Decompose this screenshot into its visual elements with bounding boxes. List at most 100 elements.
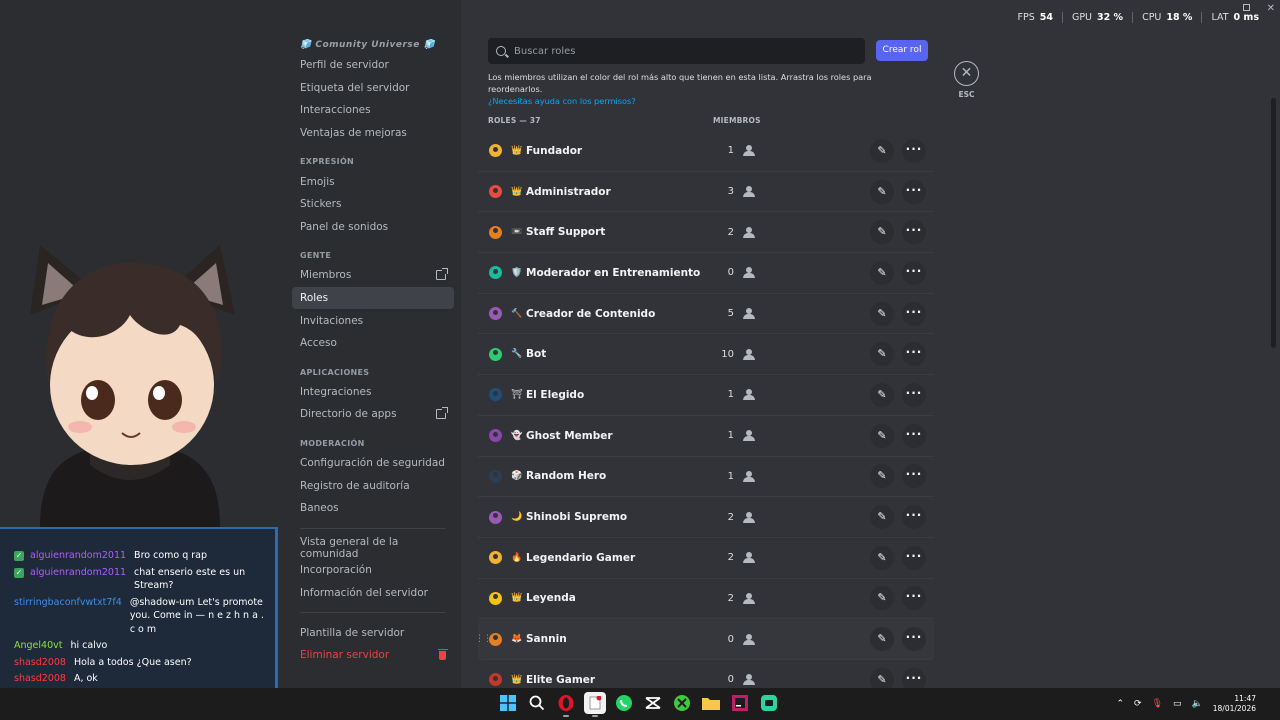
edit-role-button[interactable]: ✎ [870, 464, 894, 489]
edit-role-button[interactable]: ✎ [870, 179, 894, 204]
role-row[interactable]: 👑 Fundador 1 ✎ ··· [478, 131, 934, 172]
messages-app-icon[interactable] [758, 692, 780, 714]
volume-icon[interactable]: 🔈 [1192, 699, 1203, 709]
edit-role-button[interactable]: ✎ [870, 586, 894, 611]
rider-app-icon[interactable] [729, 692, 751, 714]
more-options-button[interactable]: ··· [902, 586, 926, 611]
nav-info-servidor[interactable]: Información del servidor [292, 582, 454, 605]
create-role-button[interactable]: Crear rol [876, 40, 928, 61]
role-row[interactable]: 🛡️ Moderador en Entrenamiento 0 ✎ ··· [478, 253, 934, 294]
role-row[interactable]: 🔨 Creador de Contenido 5 ✎ ··· [478, 294, 934, 335]
nav-perfil-servidor[interactable]: Perfil de servidor [292, 54, 454, 77]
edit-role-button[interactable]: ✎ [870, 260, 894, 285]
nav-integraciones[interactable]: Integraciones [292, 381, 454, 404]
more-options-button[interactable]: ··· [902, 301, 926, 326]
edit-role-button[interactable]: ✎ [870, 423, 894, 448]
file-explorer-icon[interactable] [700, 692, 722, 714]
external-link-icon [436, 268, 448, 281]
more-options-button[interactable]: ··· [902, 545, 926, 570]
nav-plantilla-servidor[interactable]: Plantilla de servidor [292, 621, 454, 644]
nav-registro-auditoria[interactable]: Registro de auditoría [292, 474, 454, 497]
more-options-button[interactable]: ··· [902, 138, 926, 163]
nav-stickers[interactable]: Stickers [292, 193, 454, 216]
more-options-button[interactable]: ··· [902, 423, 926, 448]
more-options-button[interactable]: ··· [902, 220, 926, 245]
edit-role-button[interactable]: ✎ [870, 505, 894, 530]
nav-label: Ventajas de mejoras [300, 127, 407, 140]
more-options-button[interactable]: ··· [902, 464, 926, 489]
role-emoji-icon: 👑 [511, 593, 523, 604]
more-options-button[interactable]: ··· [902, 342, 926, 367]
nav-directorio-apps[interactable]: Directorio de apps [292, 403, 454, 426]
more-options-button[interactable]: ··· [902, 179, 926, 204]
edit-role-button[interactable]: ✎ [870, 545, 894, 570]
nav-etiqueta-servidor[interactable]: Etiqueta del servidor [292, 77, 454, 100]
sync-icon[interactable]: ⟳ [1134, 699, 1142, 709]
drag-handle-icon[interactable]: ⋮⋮ [475, 634, 492, 644]
nav-interacciones[interactable]: Interacciones [292, 99, 454, 122]
nav-miembros[interactable]: Miembros [292, 264, 454, 287]
more-options-button[interactable]: ··· [902, 627, 926, 652]
xbox-icon[interactable] [671, 692, 693, 714]
nav-vista-comunidad[interactable]: Vista general de la comunidad [292, 536, 454, 560]
pencil-icon: ✎ [877, 347, 887, 361]
maximize-icon[interactable] [1243, 4, 1250, 11]
role-row[interactable]: 🌙 Shinobi Supremo 2 ✎ ··· [478, 497, 934, 538]
edit-role-button[interactable]: ✎ [870, 342, 894, 367]
role-color-icon [489, 632, 502, 646]
nav-config-seguridad[interactable]: Configuración de seguridad [292, 452, 454, 475]
member-icon [743, 348, 755, 360]
role-row[interactable]: ⋮⋮ 🦊 Sannin 0 ✎ ··· [475, 619, 934, 660]
edit-role-button[interactable]: ✎ [870, 382, 894, 407]
nav-incorporacion[interactable]: Incorporación [292, 559, 454, 582]
pencil-icon: ✎ [877, 510, 887, 524]
windows-start-icon[interactable] [497, 692, 519, 714]
close-icon[interactable]: ✕ [1267, 3, 1275, 14]
more-options-button[interactable]: ··· [902, 260, 926, 285]
role-name: Staff Support [526, 226, 606, 239]
search-roles-input[interactable] [514, 45, 834, 57]
nav-ventajas-mejoras[interactable]: Ventajas de mejoras [292, 122, 454, 145]
role-row[interactable]: 🎲 Random Hero 1 ✎ ··· [478, 457, 934, 498]
nav-panel-sonidos[interactable]: Panel de sonidos [292, 216, 454, 239]
edit-role-button[interactable]: ✎ [870, 301, 894, 326]
edit-role-button[interactable]: ✎ [870, 627, 894, 652]
role-row[interactable]: 👑 Administrador 3 ✎ ··· [478, 172, 934, 213]
capcut-icon[interactable] [642, 692, 664, 714]
more-options-button[interactable]: ··· [902, 505, 926, 530]
search-roles-box[interactable] [488, 38, 865, 64]
close-settings-button[interactable]: ✕ [954, 61, 979, 86]
chevron-up-icon[interactable]: ⌃ [1117, 699, 1125, 709]
trash-icon [437, 648, 448, 660]
permissions-help-link[interactable]: ¿Necesitas ayuda con los permisos? [488, 95, 928, 107]
nav-baneos[interactable]: Baneos [292, 497, 454, 520]
scrollbar[interactable] [1271, 98, 1276, 348]
network-icon[interactable]: ▭ [1173, 699, 1182, 709]
role-row[interactable]: 👑 Leyenda 2 ✎ ··· [478, 579, 934, 620]
hud-cpu: CPU 18 % [1132, 12, 1201, 23]
search-icon [496, 46, 506, 56]
edit-role-button[interactable]: ✎ [870, 220, 894, 245]
search-icon[interactable] [526, 692, 548, 714]
whatsapp-icon[interactable] [613, 692, 635, 714]
role-row[interactable]: 📼 Staff Support 2 ✎ ··· [478, 212, 934, 254]
nav-emojis[interactable]: Emojis [292, 170, 454, 193]
role-row[interactable]: 🔥 Legendario Gamer 2 ✎ ··· [478, 538, 934, 579]
opera-browser-icon[interactable] [555, 692, 577, 717]
member-icon [743, 308, 755, 320]
more-options-button[interactable]: ··· [902, 382, 926, 407]
role-row[interactable]: ⛩ El Elegido 1 ✎ ··· [478, 375, 934, 416]
edit-role-button[interactable]: ✎ [870, 138, 894, 163]
nav-acceso[interactable]: Acceso [292, 332, 454, 355]
role-row[interactable]: 🔧 Bot 10 ✎ ··· [478, 334, 934, 376]
microphone-icon[interactable]: 🎙 [1152, 699, 1163, 709]
nav-label: Panel de sonidos [300, 220, 389, 233]
nav-roles[interactable]: Roles [292, 286, 454, 310]
notes-app-icon[interactable] [584, 692, 606, 717]
clock[interactable]: 11:47 18/01/2026 [1213, 694, 1256, 714]
role-row[interactable]: 👻 Ghost Member 1 ✎ ··· [478, 416, 934, 457]
nav-invitaciones[interactable]: Invitaciones [292, 309, 454, 332]
member-icon [743, 226, 755, 238]
nav-eliminar-servidor[interactable]: Eliminar servidor [292, 644, 454, 667]
role-name: Creador de Contenido [526, 307, 656, 320]
